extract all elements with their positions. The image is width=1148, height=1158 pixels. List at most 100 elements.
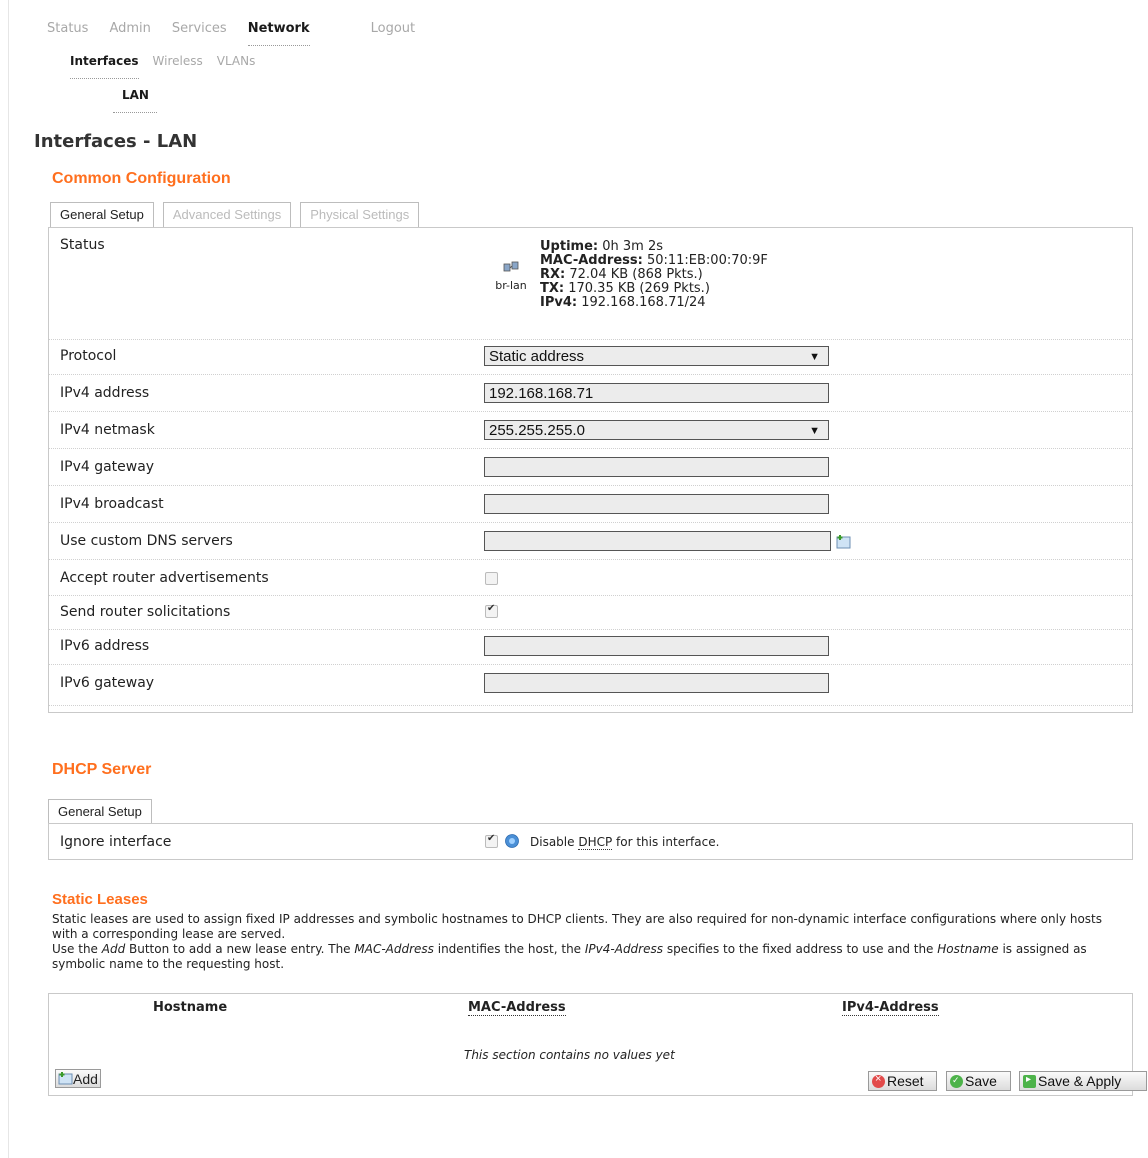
tab-physical-settings[interactable]: Physical Settings: [300, 202, 420, 228]
ipv6-gateway-input[interactable]: [484, 673, 829, 693]
accept-ra-label: Accept router advertisements: [60, 570, 269, 586]
status-label: Status: [60, 237, 105, 253]
info-icon[interactable]: [505, 834, 519, 848]
mac-label: MAC-Address:: [540, 253, 643, 268]
desc-text: indentifies the host, the: [433, 942, 585, 956]
common-config-title: Common Configuration: [52, 170, 231, 187]
menu-status[interactable]: Status: [47, 21, 88, 46]
desc-text: Use the: [52, 942, 102, 956]
reset-icon: [872, 1073, 885, 1088]
network-bridge-icon: [503, 261, 519, 272]
reset-button[interactable]: Reset: [868, 1071, 937, 1091]
reset-label: Reset: [887, 1073, 924, 1089]
desc-mac-em: MAC-Address: [354, 942, 434, 956]
dropdown-arrow-icon: ▼: [809, 351, 820, 363]
ignore-interface-checkbox[interactable]: [485, 833, 498, 848]
tab-dhcp-general-setup[interactable]: General Setup: [48, 799, 152, 825]
dropdown-arrow-icon: ▼: [809, 425, 820, 437]
dhcp-tabs: General Setup: [48, 799, 161, 825]
save-icon: [950, 1074, 963, 1088]
protocol-select[interactable]: Static address ▼: [484, 346, 829, 366]
dns-label: Use custom DNS servers: [60, 533, 233, 549]
desc-paragraph-2: Use the Add Button to add a new lease en…: [52, 942, 1127, 972]
save-apply-label: Save & Apply: [1038, 1073, 1122, 1089]
main-menu: Status Admin Services Network Logout: [47, 21, 436, 46]
rx-value: 72.04 KB (868 Pkts.): [569, 267, 703, 282]
protocol-label: Protocol: [60, 348, 117, 364]
desc-prefix: Disable: [530, 835, 579, 849]
static-leases-description: Static leases are used to assign fixed I…: [52, 912, 1127, 972]
ipv4-broadcast-row: IPv4 broadcast: [49, 488, 1132, 523]
mac-value: 50:11:EB:00:70:9F: [646, 253, 768, 268]
dhcp-title: DHCP Server: [52, 761, 152, 778]
ipv4-broadcast-label: IPv4 broadcast: [60, 496, 164, 512]
ipv4-address-input[interactable]: 192.168.168.71: [484, 383, 829, 403]
page-title: Interfaces - LAN: [34, 131, 198, 152]
tab-advanced-settings[interactable]: Advanced Settings: [162, 202, 292, 228]
uptime-label: Uptime:: [540, 239, 599, 254]
protocol-row: Protocol Static address ▼: [49, 340, 1132, 375]
add-lease-label: Add: [73, 1070, 98, 1087]
accept-ra-checkbox[interactable]: [485, 572, 498, 585]
common-config-tabs: General Setup Advanced Settings Physical…: [50, 202, 428, 228]
rx-label: RX:: [540, 267, 566, 282]
ipv6-address-label: IPv6 address: [60, 638, 150, 654]
dns-input[interactable]: [484, 531, 831, 551]
desc-ipv4-em: IPv4-Address: [584, 942, 663, 956]
save-button[interactable]: Save: [946, 1071, 1011, 1091]
menu-logout[interactable]: Logout: [371, 21, 416, 46]
dns-row: Use custom DNS servers: [49, 525, 1132, 560]
ipv6-address-row: IPv6 address: [49, 630, 1132, 665]
tab-general-setup[interactable]: General Setup: [50, 202, 154, 228]
menu-services[interactable]: Services: [172, 21, 227, 46]
column-mac-address-text: MAC-Address: [468, 1000, 566, 1016]
column-ipv4-address-text: IPv4-Address: [842, 1000, 939, 1016]
desc-add-em: Add: [101, 942, 126, 956]
dhcp-panel: Ignore interface Disable DHCP for this i…: [48, 823, 1133, 860]
save-apply-button[interactable]: Save & Apply: [1019, 1071, 1147, 1091]
menu-network[interactable]: Network: [247, 21, 310, 46]
desc-text: Button to add a new lease entry. The: [125, 942, 355, 956]
ipv4-gateway-input[interactable]: [484, 457, 829, 477]
save-label: Save: [965, 1073, 997, 1089]
empty-table-message: This section contains no values yet: [464, 1048, 675, 1062]
device-name: br-lan: [495, 279, 527, 292]
add-icon: [58, 1072, 73, 1085]
submenu-lan[interactable]: LAN: [113, 88, 157, 113]
ipv6-address-input[interactable]: [484, 636, 829, 656]
uptime-value: 0h 3m 2s: [602, 239, 663, 254]
sub-sub-menu: LAN: [113, 87, 157, 113]
send-rs-checkbox[interactable]: [485, 603, 498, 618]
ipv4-netmask-value: 255.255.255.0: [489, 422, 585, 439]
dhcp-abbr: DHCP: [578, 835, 613, 850]
ipv4-value: 192.168.168.71/24: [581, 295, 706, 310]
submenu-vlans[interactable]: VLANs: [217, 54, 256, 79]
menu-admin[interactable]: Admin: [109, 21, 150, 46]
add-lease-button[interactable]: Add: [55, 1069, 101, 1088]
ipv4-gateway-label: IPv4 gateway: [60, 459, 155, 475]
ignore-interface-description: Disable DHCP for this interface.: [530, 835, 720, 850]
ipv4-broadcast-input[interactable]: [484, 494, 829, 514]
status-row: Status br-lan Uptime: 0h 3m 2s MAC-Addre…: [49, 228, 1132, 340]
protocol-value: Static address: [489, 348, 585, 365]
desc-suffix: for this interface.: [612, 835, 720, 849]
ipv4-netmask-select[interactable]: 255.255.255.0 ▼: [484, 420, 829, 440]
status-details: Uptime: 0h 3m 2s MAC-Address: 50:11:EB:0…: [540, 240, 768, 310]
submenu-wireless[interactable]: Wireless: [153, 54, 203, 79]
apply-icon: [1023, 1074, 1036, 1088]
sub-menu: Interfaces Wireless VLANs: [70, 54, 269, 79]
submenu-interfaces[interactable]: Interfaces: [70, 54, 139, 79]
column-ipv4-address: IPv4-Address: [842, 1000, 939, 1016]
bridge-device: br-lan: [489, 260, 533, 292]
common-config-panel: Status br-lan Uptime: 0h 3m 2s MAC-Addre…: [48, 227, 1133, 713]
ipv4-address-label: IPv4 address: [60, 385, 150, 401]
ipv4-gateway-row: IPv4 gateway: [49, 451, 1132, 486]
tx-label: TX:: [540, 281, 565, 296]
ipv4-netmask-label: IPv4 netmask: [60, 422, 155, 438]
ipv4-label: IPv4:: [540, 295, 578, 310]
ipv6-gateway-row: IPv6 gateway: [49, 667, 1132, 706]
column-hostname: Hostname: [153, 1000, 228, 1015]
ignore-interface-label: Ignore interface: [60, 834, 172, 850]
send-rs-label: Send router solicitations: [60, 604, 231, 620]
add-dns-icon[interactable]: [836, 534, 852, 549]
